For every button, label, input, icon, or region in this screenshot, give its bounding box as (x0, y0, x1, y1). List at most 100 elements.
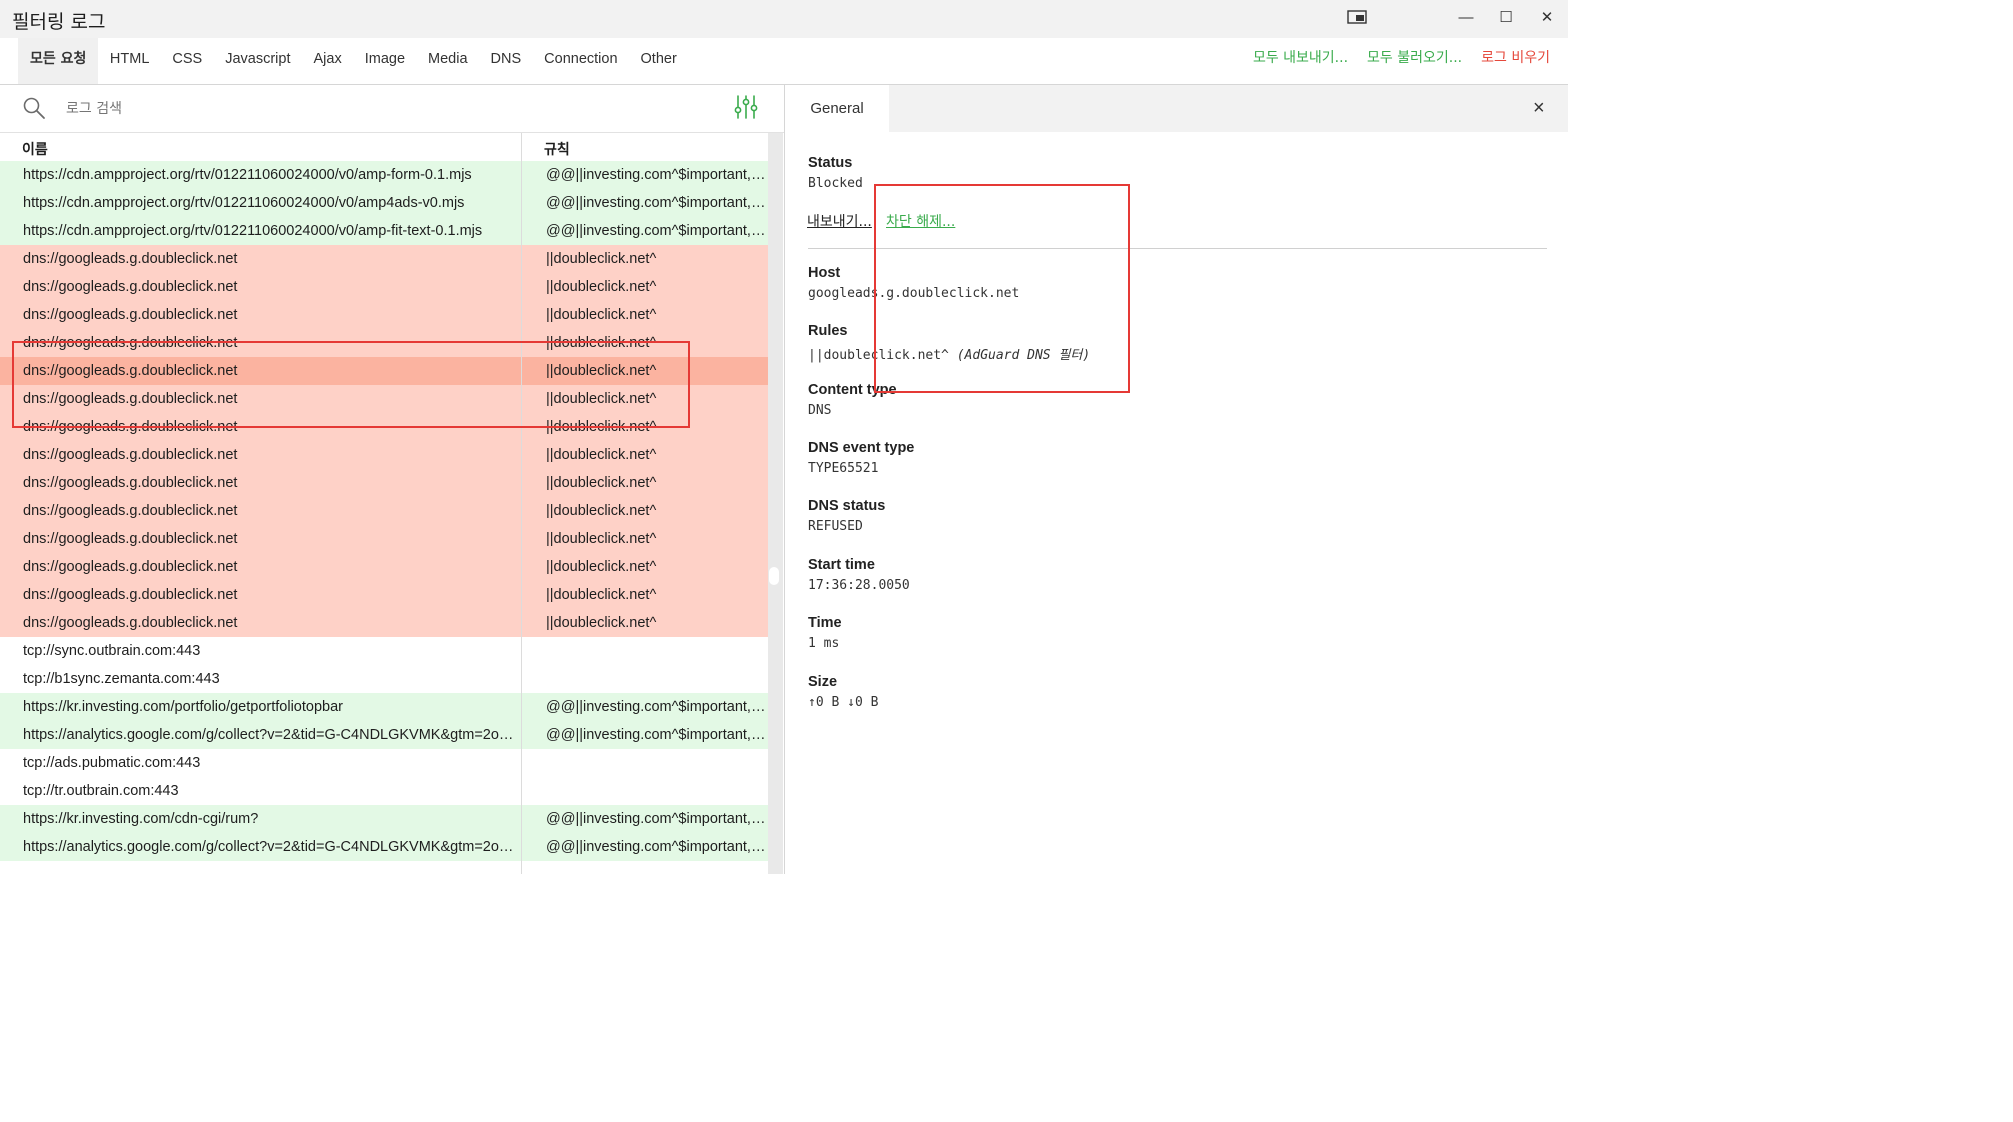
table-row[interactable]: dns://googleads.g.doubleclick.net ||doubl… (0, 525, 768, 553)
row-name: tcp://b1sync.zemanta.com:443 (23, 671, 220, 687)
row-rule: ||doubleclick.net^ (546, 475, 657, 491)
table-row[interactable]: https://cdn.ampproject.org/rtv/012211060… (0, 217, 768, 245)
row-name: https://kr.investing.com/cdn-cgi/rum? (23, 811, 259, 827)
table-row[interactable]: https://kr.investing.com/cdn-cgi/rum? @@|… (0, 805, 768, 833)
title-bar: 필터링 로그 — ☐ ✕ (0, 0, 1568, 38)
table-row[interactable]: dns://googleads.g.doubleclick.net ||doubl… (0, 553, 768, 581)
tab-all-requests[interactable]: 모든 요청 (18, 38, 99, 84)
table-row[interactable]: dns://googleads.g.doubleclick.net ||doubl… (0, 441, 768, 469)
row-rule: ||doubleclick.net^ (546, 615, 657, 631)
row-name: https://cdn.ampproject.org/rtv/012211060… (23, 167, 472, 183)
table-row[interactable]: https://analytics.google.com/g/collect?v… (0, 721, 768, 749)
row-name: dns://googleads.g.doubleclick.net (23, 475, 238, 491)
row-rule: @@||investing.com^$important,domain=inve… (546, 727, 766, 743)
tab-list: 모든 요청 HTML CSS Javascript Ajax Image Media DNS C… (18, 38, 688, 84)
dns-status-label: DNS status (808, 498, 886, 514)
time-value: 1 ms (808, 636, 840, 651)
row-name: dns://googleads.g.doubleclick.net (23, 447, 238, 463)
column-header-rule[interactable]: 규칙 (544, 139, 570, 159)
table-row[interactable]: dns://googleads.g.doubleclick.net ||doubl… (0, 273, 768, 301)
table-row[interactable]: dns://googleads.g.doubleclick.net ||doubl… (0, 609, 768, 637)
detail-tab-bar: General (785, 85, 1568, 133)
status-label: Status (808, 155, 853, 171)
row-rule: @@||investing.com^$important,domain=inve… (546, 195, 766, 211)
table-row[interactable]: https://kr.investing.com/portfolio/getpo… (0, 693, 768, 721)
table-row[interactable]: tcp://sync.outbrain.com:443 (0, 637, 768, 665)
import-all-link[interactable]: 모두 불러오기... (1367, 38, 1462, 84)
table-row[interactable]: tcp://ads.pubmatic.com:443 (0, 749, 768, 777)
annotation-box-rows (12, 341, 690, 428)
tab-image[interactable]: Image (353, 38, 416, 84)
table-row[interactable]: dns://googleads.g.doubleclick.net ||doubl… (0, 497, 768, 525)
row-name: https://kr.investing.com/portfolio/getpo… (23, 699, 343, 715)
table-row[interactable]: dns://googleads.g.doubleclick.net ||doubl… (0, 245, 768, 273)
row-name: https://cdn.ampproject.org/rtv/012211060… (23, 223, 483, 239)
search-icon (23, 97, 45, 119)
annotation-box-details (874, 184, 1130, 393)
table-row[interactable]: https://cdn.ampproject.org/rtv/012211060… (0, 161, 768, 189)
pip-icon-graphic (1347, 10, 1367, 24)
tab-javascript[interactable]: Javascript (214, 38, 302, 84)
row-rule: ||doubleclick.net^ (546, 559, 657, 575)
size-field: Size ↑0 B ↓0 B (808, 674, 878, 710)
tab-ajax[interactable]: Ajax (302, 38, 353, 84)
row-rule: ||doubleclick.net^ (546, 251, 657, 267)
tab-html[interactable]: HTML (98, 38, 160, 84)
close-detail-icon[interactable]: × (1533, 97, 1545, 119)
row-name: tcp://ads.pubmatic.com:443 (23, 755, 201, 771)
maximize-icon[interactable]: ☐ (1491, 6, 1521, 28)
tab-media[interactable]: Media (417, 38, 480, 84)
row-name: https://cdn.ampproject.org/rtv/012211060… (23, 195, 465, 211)
column-header-name[interactable]: 이름 (22, 139, 48, 159)
row-rule: ||doubleclick.net^ (546, 447, 657, 463)
log-actions: 모두 내보내기... 모두 불러오기... 로그 비우기 (1253, 38, 1550, 84)
scrollbar-track[interactable] (768, 133, 783, 874)
minimize-icon[interactable]: — (1451, 6, 1481, 28)
scrollbar-thumb[interactable] (769, 567, 779, 585)
row-rule: @@||investing.com^$important,domain=inve… (546, 223, 766, 239)
dns-status-field: DNS status REFUSED (808, 498, 885, 534)
size-value: ↑0 B ↓0 B (808, 695, 879, 710)
table-row[interactable]: tcp://tr.outbrain.com:443 (0, 777, 768, 805)
start-time-value: 17:36:28.0050 (808, 578, 910, 593)
dns-status-value: REFUSED (808, 519, 863, 534)
clear-log-link[interactable]: 로그 비우기 (1481, 38, 1550, 84)
row-name: dns://googleads.g.doubleclick.net (23, 279, 238, 295)
column-divider[interactable] (521, 133, 522, 874)
tab-css[interactable]: CSS (161, 38, 214, 84)
table-row[interactable]: dns://googleads.g.doubleclick.net ||doubl… (0, 581, 768, 609)
tab-general[interactable]: General (785, 85, 889, 133)
row-rule: ||doubleclick.net^ (546, 503, 657, 519)
tab-dns[interactable]: DNS (479, 38, 533, 84)
start-time-field: Start time 17:36:28.0050 (808, 557, 910, 593)
row-name: dns://googleads.g.doubleclick.net (23, 559, 238, 575)
time-label: Time (808, 615, 842, 631)
window-title: 필터링 로그 (12, 11, 106, 33)
tab-other[interactable]: Other (629, 38, 688, 84)
row-name: tcp://sync.outbrain.com:443 (23, 643, 201, 659)
filter-tab-bar: 모든 요청 HTML CSS Javascript Ajax Image Media DNS C… (0, 38, 1568, 85)
start-time-label: Start time (808, 557, 875, 573)
dns-event-field: DNS event type TYPE65521 (808, 440, 914, 476)
filter-settings-icon[interactable] (733, 94, 759, 120)
table-row[interactable]: dns://googleads.g.doubleclick.net ||doubl… (0, 469, 768, 497)
row-rule: ||doubleclick.net^ (546, 279, 657, 295)
table-row[interactable]: tcp://b1sync.zemanta.com:443 (0, 665, 768, 693)
row-rule: @@||investing.com^$important,domain=inve… (546, 699, 766, 715)
table-row[interactable]: dns://googleads.g.doubleclick.net ||doubl… (0, 301, 768, 329)
dns-event-value: TYPE65521 (808, 461, 879, 476)
row-rule: ||doubleclick.net^ (546, 587, 657, 603)
export-all-link[interactable]: 모두 내보내기... (1253, 38, 1348, 84)
row-rule: @@||investing.com^$important,domain=inve… (546, 811, 766, 827)
row-name: dns://googleads.g.doubleclick.net (23, 307, 238, 323)
table-row[interactable]: https://analytics.google.com/g/collect?v… (0, 833, 768, 861)
search-input[interactable] (64, 95, 668, 123)
table-header: 이름 규칙 (0, 133, 768, 161)
table-row[interactable]: https://cdn.ampproject.org/rtv/012211060… (0, 189, 768, 217)
row-name: tcp://tr.outbrain.com:443 (23, 783, 179, 799)
time-field: Time 1 ms (808, 615, 842, 651)
tab-connection[interactable]: Connection (533, 38, 629, 84)
export-link[interactable]: 내보내기... (807, 211, 872, 231)
pip-icon[interactable] (1342, 6, 1372, 28)
close-icon[interactable]: ✕ (1532, 6, 1562, 28)
